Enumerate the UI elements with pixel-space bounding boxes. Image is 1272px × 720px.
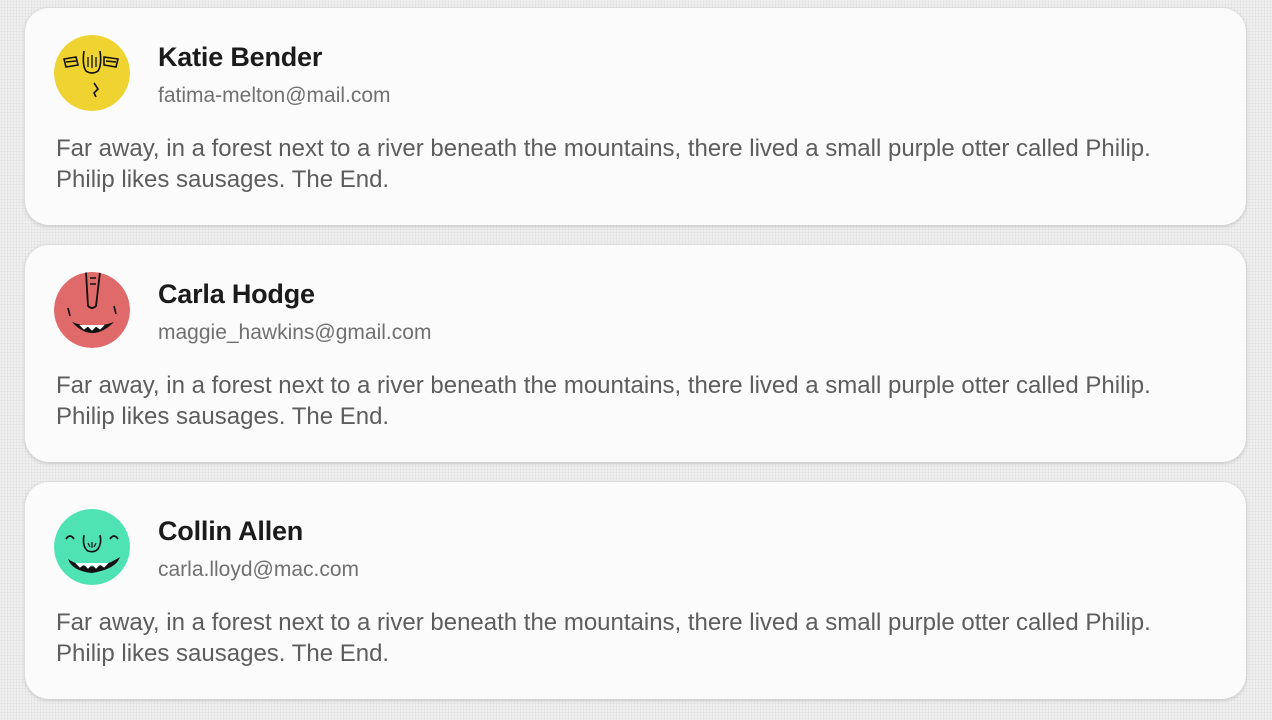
- profile-card: Carla Hodge maggie_hawkins@gmail.com Far…: [25, 245, 1246, 462]
- user-email: maggie_hawkins@gmail.com: [158, 321, 432, 344]
- user-name: Katie Bender: [158, 42, 323, 72]
- avatar: [54, 35, 130, 111]
- profile-card: Katie Bender fatima-melton@mail.com Far …: [25, 8, 1246, 225]
- user-email: fatima-melton@mail.com: [158, 84, 391, 107]
- avatar: [54, 509, 130, 585]
- card-body-text: Far away, in a forest next to a river be…: [56, 135, 1151, 193]
- face-avatar-icon: [54, 272, 130, 348]
- card-body-text: Far away, in a forest next to a river be…: [56, 609, 1151, 667]
- face-avatar-icon: [54, 35, 130, 111]
- profile-card: Collin Allen carla.lloyd@mac.com Far awa…: [25, 482, 1246, 699]
- user-name: Collin Allen: [158, 516, 304, 546]
- avatar: [54, 272, 130, 348]
- face-avatar-icon: [54, 509, 130, 585]
- card-body-text: Far away, in a forest next to a river be…: [56, 372, 1151, 430]
- user-email: carla.lloyd@mac.com: [158, 558, 360, 581]
- user-name: Carla Hodge: [158, 279, 315, 309]
